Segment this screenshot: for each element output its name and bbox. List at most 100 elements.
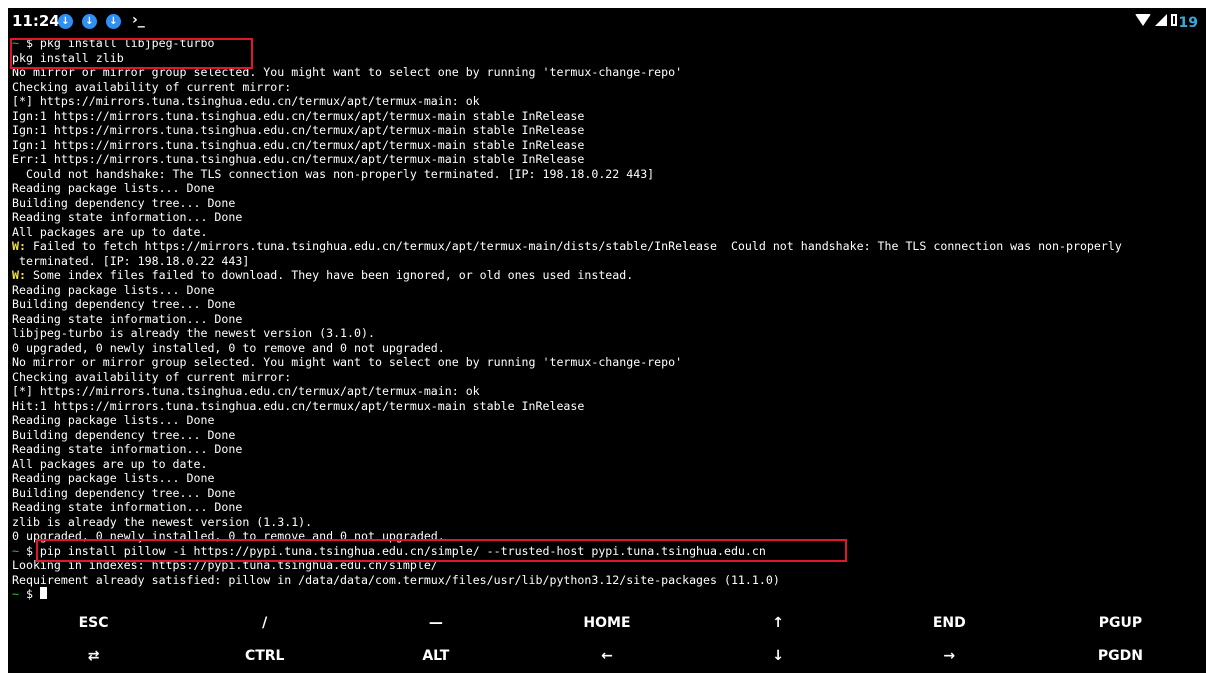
terminal-line-text: Ign:1 https://mirrors.tuna.tsinghua.edu.…	[12, 108, 585, 123]
terminal-line-text: Reading state information... Done	[12, 442, 243, 456]
key-pgdn[interactable]: PGDN	[1035, 640, 1206, 673]
warning-tag: W:	[12, 239, 26, 253]
terminal-line: zlib is already the newest version (1.3.…	[12, 515, 1206, 530]
terminal-line-text: Reading state information... Done	[12, 500, 243, 514]
terminal-line-text: Building dependency tree... Done	[12, 485, 236, 500]
key-esc[interactable]: ESC	[8, 606, 179, 640]
terminal-line-text: All packages are up to date.	[12, 224, 208, 239]
extra-keys-bar: ESC / — HOME ↑ END PGUP ⇄ CTRL ALT ← ↓ →…	[8, 606, 1206, 673]
terminal-line: Ign:1 https://mirrors.tuna.tsinghua.edu.…	[12, 123, 1206, 138]
key-left-arrow[interactable]: ←	[521, 640, 692, 673]
terminal-line: 0 upgraded, 0 newly installed, 0 to remo…	[12, 529, 1206, 544]
key-end[interactable]: END	[864, 606, 1035, 640]
terminal-line-text: zlib is already the newest version (1.3.…	[12, 514, 313, 529]
terminal-line-text: All packages are up to date.	[12, 456, 208, 471]
key-pgup[interactable]: PGUP	[1035, 606, 1206, 640]
download-icon: ↓	[82, 14, 97, 29]
status-time: 11:24	[12, 12, 60, 30]
terminal-line-text: Ign:1 https://mirrors.tuna.tsinghua.edu.…	[12, 137, 585, 152]
terminal-line: Checking availability of current mirror:	[12, 370, 1206, 385]
terminal-line-text: Reading package lists... Done	[12, 471, 215, 485]
terminal-line: Building dependency tree... Done	[12, 297, 1206, 312]
terminal-line-text: terminated. [IP: 198.18.0.22 443]	[12, 253, 250, 268]
key-alt[interactable]: ALT	[350, 640, 521, 673]
terminal-output[interactable]: ~ $ pkg install libjpeg-turbo pkg install…	[12, 36, 1206, 610]
android-status-bar: 11:24 ↓ ↓ ↓ ›_ 19	[8, 8, 1206, 36]
terminal-line-text: Failed to fetch https://mirrors.tuna.tsi…	[25, 239, 1122, 253]
wifi-icon	[1134, 14, 1151, 26]
terminal-line-text: [*] https://mirrors.tuna.tsinghua.edu.cn…	[12, 94, 480, 108]
terminal-line: W: Some index files failed to download. …	[12, 268, 1206, 283]
terminal-line-text: Requirement already satisfied: pillow in…	[12, 572, 780, 587]
key-ctrl[interactable]: CTRL	[179, 640, 350, 673]
terminal-line: Reading state information... Done	[12, 210, 1206, 225]
terminal-line: terminated. [IP: 198.18.0.22 443]	[12, 254, 1206, 269]
terminal-line: Could not handshake: The TLS connection …	[12, 167, 1206, 182]
download-icon: ↓	[106, 14, 121, 29]
terminal-line: Reading state information... Done	[12, 500, 1206, 515]
key-down-arrow[interactable]: ↓	[693, 640, 864, 673]
terminal-line-text: $	[25, 587, 40, 601]
key-home[interactable]: HOME	[521, 606, 692, 640]
terminal-line: No mirror or mirror group selected. You …	[12, 355, 1206, 370]
terminal-line: Building dependency tree... Done	[12, 486, 1206, 501]
terminal-line-text: [*] https://mirrors.tuna.tsinghua.edu.cn…	[12, 384, 480, 398]
terminal-cursor	[39, 587, 47, 599]
terminal-line: No mirror or mirror group selected. You …	[12, 65, 1206, 80]
terminal-line: ~ $	[12, 587, 1206, 602]
terminal-line-text: No mirror or mirror group selected. You …	[12, 65, 683, 79]
terminal-line: W: Failed to fetch https://mirrors.tuna.…	[12, 239, 1206, 254]
terminal-line: All packages are up to date.	[12, 225, 1206, 240]
terminal-line: 0 upgraded, 0 newly installed, 0 to remo…	[12, 341, 1206, 356]
terminal-line: Err:1 https://mirrors.tuna.tsinghua.edu.…	[12, 152, 1206, 167]
key-up-arrow[interactable]: ↑	[693, 606, 864, 640]
terminal-line-text: libjpeg-turbo is already the newest vers…	[12, 326, 375, 340]
terminal-line-text: Looking in indexes: https://pypi.tuna.ts…	[12, 558, 438, 572]
key-slash[interactable]: /	[179, 606, 350, 640]
terminal-line: Reading package lists... Done	[12, 283, 1206, 298]
terminal-line: Hit:1 https://mirrors.tuna.tsinghua.edu.…	[12, 399, 1206, 414]
terminal-line: All packages are up to date.	[12, 457, 1206, 472]
terminal-line-text: No mirror or mirror group selected. You …	[12, 355, 683, 369]
key-right-arrow[interactable]: →	[864, 640, 1035, 673]
terminal-line: Building dependency tree... Done	[12, 428, 1206, 443]
termux-screen: 11:24 ↓ ↓ ↓ ›_ 19 ~ $ pkg install libjpe…	[8, 8, 1206, 673]
terminal-line-text: 0 upgraded, 0 newly installed, 0 to remo…	[12, 529, 445, 543]
terminal-line-text: Reading package lists... Done	[12, 413, 215, 427]
terminal-line: Checking availability of current mirror:	[12, 80, 1206, 95]
terminal-line: Reading state information... Done	[12, 442, 1206, 457]
terminal-line: Requirement already satisfied: pillow in…	[12, 573, 1206, 588]
terminal-line: libjpeg-turbo is already the newest vers…	[12, 326, 1206, 341]
prompt-tilde: ~	[12, 36, 26, 50]
terminal-line-text: Checking availability of current mirror:	[12, 79, 292, 94]
download-icon: ↓	[58, 14, 73, 29]
terminal-line: Reading state information... Done	[12, 312, 1206, 327]
terminal-line-text: Reading package lists... Done	[12, 181, 215, 195]
terminal-line: ~ $ pip install pillow -i https://pypi.t…	[12, 544, 1206, 559]
terminal-line-text: Reading state information... Done	[12, 210, 243, 224]
terminal-line: Looking in indexes: https://pypi.tuna.ts…	[12, 558, 1206, 573]
terminal-notification-icon: ›_	[132, 12, 145, 28]
terminal-line-text: Some index files failed to download. The…	[25, 268, 634, 282]
terminal-line-text: 0 upgraded, 0 newly installed, 0 to remo…	[12, 340, 445, 355]
terminal-line-text: $ pkg install libjpeg-turbo	[25, 36, 215, 50]
terminal-line: Ign:1 https://mirrors.tuna.tsinghua.edu.…	[12, 109, 1206, 124]
key-tab-icon[interactable]: ⇄	[8, 640, 179, 673]
terminal-line-text: Reading state information... Done	[12, 311, 243, 326]
terminal-line-text: $ pip install pillow -i https://pypi.tun…	[25, 543, 766, 558]
cell-signal-icon	[1154, 14, 1167, 26]
terminal-line-text: Err:1 https://mirrors.tuna.tsinghua.edu.…	[12, 152, 585, 166]
terminal-line-text: Building dependency tree... Done	[12, 427, 236, 442]
key-dash[interactable]: —	[350, 606, 521, 640]
system-icons: 19	[1134, 12, 1198, 31]
battery-icon	[1170, 14, 1177, 26]
prompt-tilde: ~	[12, 543, 26, 558]
terminal-line-text: Building dependency tree... Done	[12, 195, 236, 210]
terminal-line-text: Ign:1 https://mirrors.tuna.tsinghua.edu.…	[12, 123, 585, 137]
terminal-line-text: Building dependency tree... Done	[12, 297, 236, 311]
terminal-line: ~ $ pkg install libjpeg-turbo	[12, 36, 1206, 51]
prompt-tilde: ~	[12, 587, 26, 601]
warning-tag: W:	[12, 268, 26, 282]
terminal-line: Ign:1 https://mirrors.tuna.tsinghua.edu.…	[12, 138, 1206, 153]
terminal-line-text: Checking availability of current mirror:	[12, 369, 292, 384]
